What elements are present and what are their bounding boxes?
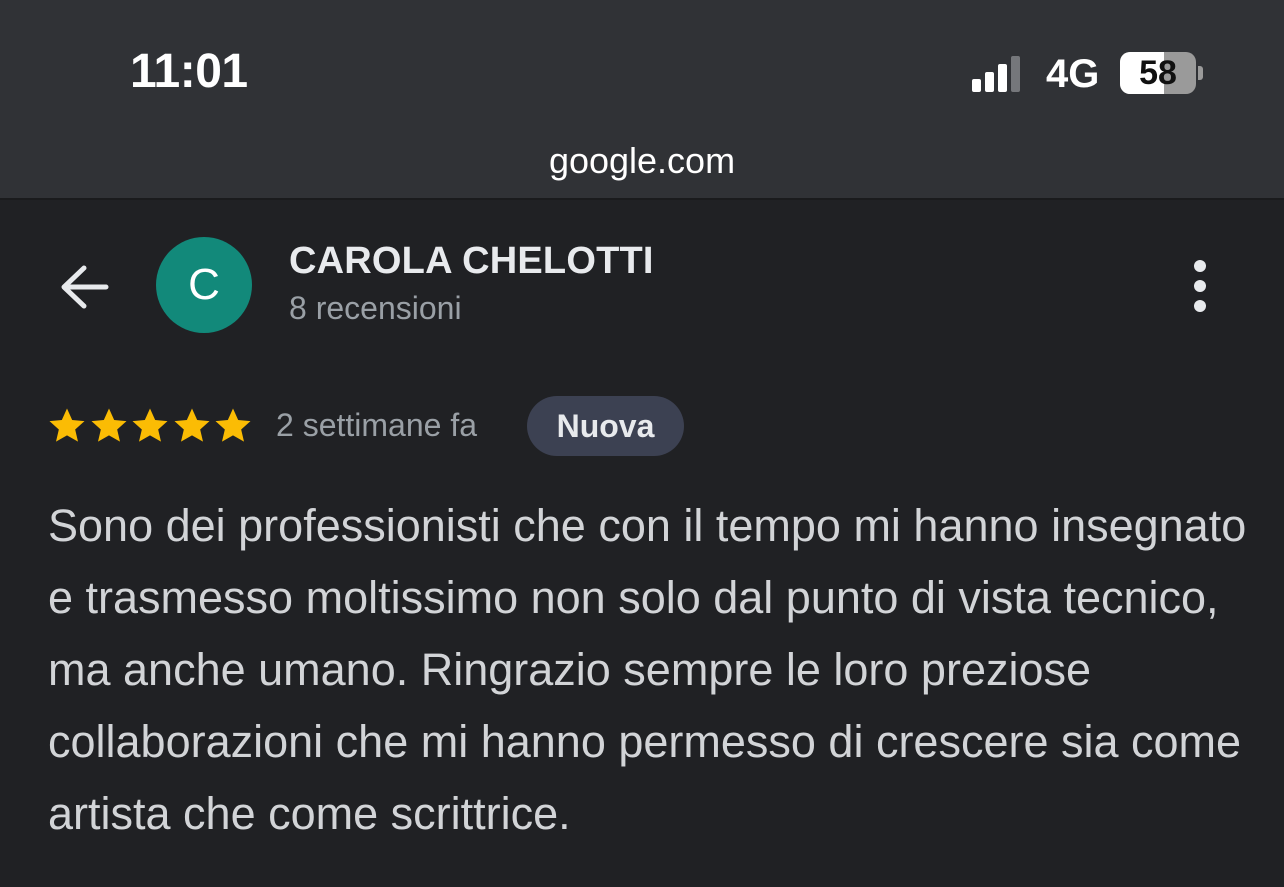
cellular-signal-icon (972, 54, 1020, 92)
battery-percent: 58 (1139, 54, 1177, 92)
star-icon (132, 408, 168, 442)
status-bar: 11:01 4G 58 google.com (0, 0, 1284, 200)
review-text: Sono dei professionisti che con il tempo… (48, 500, 1247, 839)
reviews-count: 8 recensioni (289, 290, 462, 326)
avatar[interactable]: C (156, 237, 252, 333)
battery-tip (1198, 66, 1203, 80)
reviewer-name[interactable]: CAROLA CHELOTTI (289, 240, 654, 283)
new-badge: Nuova (527, 396, 684, 456)
network-type: 4G (1046, 52, 1100, 96)
star-icon (174, 408, 209, 442)
star-icon (91, 408, 126, 442)
url-bar[interactable]: google.com (0, 140, 1284, 182)
status-time: 11:01 (130, 45, 248, 98)
star-icon (49, 408, 85, 442)
battery-icon: 58 (1120, 52, 1196, 94)
review-time: 2 settimane fa (276, 407, 477, 443)
arrow-back-icon[interactable] (56, 258, 114, 316)
star-icon (215, 408, 251, 442)
more-vert-icon[interactable] (1186, 258, 1214, 314)
